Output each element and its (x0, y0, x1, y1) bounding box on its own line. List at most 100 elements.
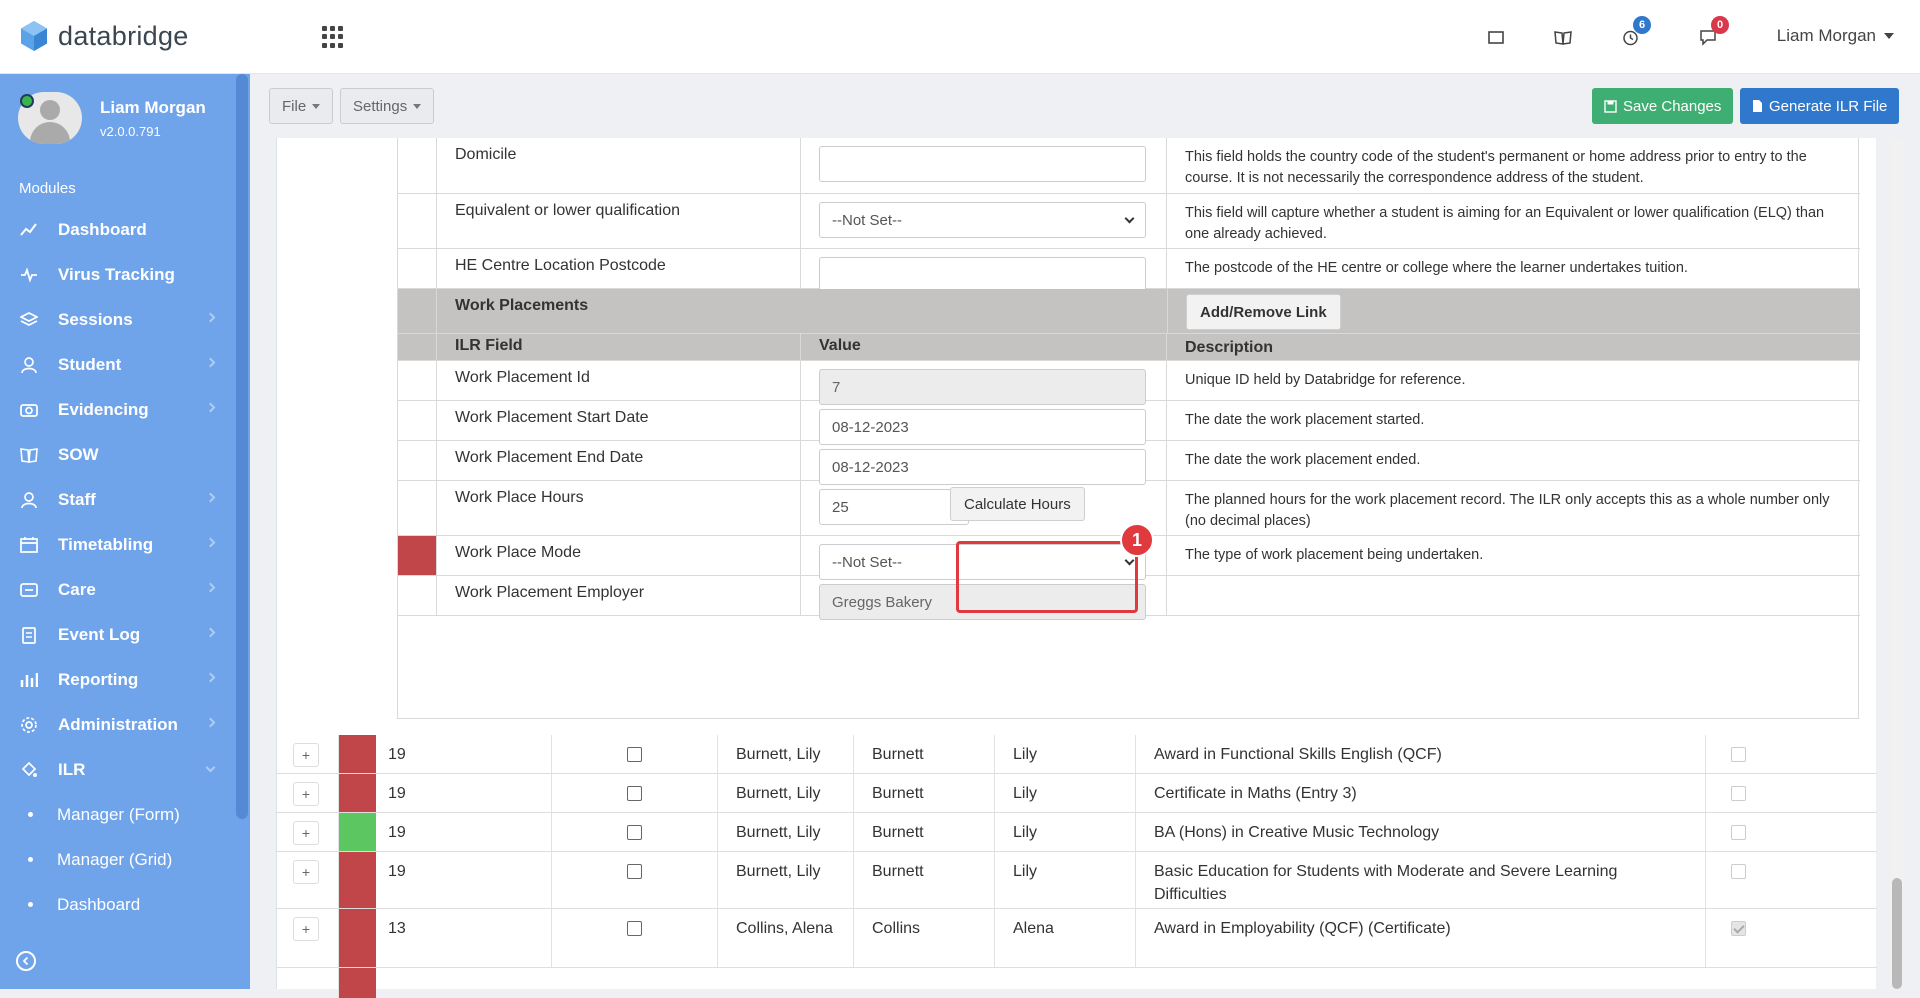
sidebar-item-sow[interactable]: SOW (0, 432, 236, 477)
row-flag-checkbox[interactable] (1731, 864, 1746, 879)
row-status-indicator (398, 536, 437, 575)
value-select[interactable]: --Not Set-- (819, 202, 1146, 238)
table-row[interactable]: +13 Collins, Alena Collins Alena Award in Em… (277, 909, 1877, 968)
field-description: This field will capture whether a studen… (1185, 205, 1825, 242)
sidebar-item-evidencing[interactable]: Evidencing (0, 387, 236, 432)
sidebar-item-student[interactable]: Student (0, 342, 236, 387)
sidebar-item-care[interactable]: Care (0, 567, 236, 612)
collapse-sidebar-icon[interactable] (16, 951, 36, 971)
expand-row-button[interactable]: + (293, 821, 319, 845)
surname-cell: Collins (854, 909, 995, 967)
window-icon[interactable] (1483, 24, 1509, 50)
book-icon[interactable] (1550, 24, 1576, 50)
row-select-checkbox[interactable] (627, 786, 642, 801)
course-cell: Award in Functional Skills English (QCF) (1136, 735, 1706, 773)
timer-icon[interactable]: 6 (1617, 16, 1651, 50)
row-status-indicator (339, 852, 376, 908)
ilr-field-label: Work Placement End Date (437, 441, 801, 480)
settings-menu-button[interactable]: Settings (340, 88, 435, 124)
row-select-checkbox[interactable] (627, 747, 642, 762)
calculate-hours-button[interactable]: Calculate Hours (950, 487, 1085, 521)
row-status-indicator (398, 401, 437, 440)
sidebar-item-label: Evidencing (58, 399, 149, 419)
sidebar-item-ilr[interactable]: ILR (0, 747, 236, 792)
form-row: Domicile This field holds the country cod… (398, 138, 1860, 194)
row-flag-checkbox[interactable] (1731, 747, 1746, 762)
expand-row-button[interactable]: + (293, 743, 319, 767)
table-row[interactable]: +19 Burnett, Lily Burnett Lily Certificate i… (277, 774, 1877, 813)
row-flag-checkbox[interactable] (1731, 825, 1746, 840)
value-input[interactable]: 08-12-2023 (819, 409, 1146, 445)
age-cell: 19 (376, 735, 552, 773)
row-flag-checkbox[interactable] (1731, 921, 1746, 936)
sidebar-item-staff[interactable]: Staff (0, 477, 236, 522)
main-area: File Settings Save Changes Generate ILR … (250, 74, 1920, 998)
form-row: HE Centre Location Postcode The postcode … (398, 249, 1860, 293)
ilr-field-label: HE Centre Location Postcode (437, 249, 801, 288)
forename-cell: Lily (995, 852, 1136, 908)
generate-ilr-button[interactable]: Generate ILR File (1740, 88, 1900, 124)
file-menu-button[interactable]: File (269, 88, 334, 124)
value-input[interactable] (819, 146, 1146, 182)
user-menu[interactable]: Liam Morgan (1777, 26, 1894, 46)
row-select-checkbox[interactable] (627, 864, 642, 879)
sidebar-scrollbar[interactable] (236, 74, 248, 819)
modules-heading: Modules (19, 180, 76, 197)
chevron-icon (205, 492, 216, 503)
sidebar-profile: Liam Morgan v2.0.0.791 (18, 92, 206, 144)
ilr-field-label: Work Place Hours (437, 481, 801, 535)
chat-icon[interactable]: 0 (1695, 16, 1729, 50)
readonly-value: 7 (819, 369, 1146, 405)
clipboard-icon (20, 626, 38, 644)
add-remove-link-label: Add/Remove Link (1200, 303, 1327, 321)
row-select-checkbox[interactable] (627, 825, 642, 840)
table-row[interactable]: +19 Burnett, Lily Burnett Lily Award in Func… (277, 735, 1877, 774)
age-cell: 19 (376, 813, 552, 851)
sidebar-item-administration[interactable]: Administration (0, 702, 236, 747)
expand-row-button[interactable]: + (293, 860, 319, 884)
sidebar-item-label: Virus Tracking (58, 264, 175, 284)
row-status-indicator (339, 735, 376, 773)
sidebar: Liam Morgan v2.0.0.791 Modules Dashboard… (0, 74, 250, 989)
sidebar-subitem-label: Manager (Form) (57, 804, 180, 824)
chevron-icon (205, 627, 216, 638)
row-status-indicator (339, 774, 376, 812)
surname-cell: Burnett (854, 813, 995, 851)
full-name-cell: Burnett, Lily (718, 774, 854, 812)
sidebar-item-sessions[interactable]: Sessions (0, 297, 236, 342)
user-menu-name: Liam Morgan (1776, 26, 1876, 45)
sidebar-subitem-manager-grid[interactable]: Manager (Grid) (0, 837, 236, 882)
apps-grid-icon[interactable] (322, 26, 344, 48)
table-row[interactable]: +19 Burnett, Lily Burnett Lily BA (Hons) in … (277, 813, 1877, 852)
table-row[interactable]: +19 Burnett, Lily Burnett Lily Basic Educati… (277, 852, 1877, 909)
camera-icon (20, 401, 38, 419)
row-select-checkbox[interactable] (627, 921, 642, 936)
value-input[interactable]: 25 (819, 489, 969, 525)
course-cell: BA (Hons) in Creative Music Technology (1136, 813, 1706, 851)
page-scrollbar-thumb[interactable] (1892, 878, 1902, 989)
sidebar-subitem-dashboard[interactable]: Dashboard (0, 882, 236, 927)
surname-cell: Burnett (854, 852, 995, 908)
ilr-field-label: Work Placement Id (437, 361, 801, 400)
sidebar-item-reporting[interactable]: Reporting (0, 657, 236, 702)
surname-cell: Burnett (854, 774, 995, 812)
value-input[interactable]: 08-12-2023 (819, 449, 1146, 485)
sidebar-item-timetabling[interactable]: Timetabling (0, 522, 236, 567)
page-scrollbar[interactable] (1890, 138, 1904, 989)
sidebar-subitem-manager-form[interactable]: Manager (Form) (0, 792, 236, 837)
logo[interactable]: databridge (20, 20, 189, 52)
value-input[interactable] (819, 257, 1146, 293)
bullet-icon (28, 812, 33, 817)
content-panel: Domicile This field holds the country cod… (276, 138, 1904, 998)
add-remove-link-button[interactable]: Add/Remove Link (1186, 294, 1341, 330)
expand-row-button[interactable]: + (293, 782, 319, 806)
sidebar-item-event-log[interactable]: Event Log (0, 612, 236, 657)
sidebar-subitem-label: Manager (Grid) (57, 849, 173, 869)
course-cell: Certificate in Maths (Entry 3) (1136, 774, 1706, 812)
expand-row-button[interactable]: + (293, 917, 319, 941)
save-changes-button[interactable]: Save Changes (1592, 88, 1734, 124)
row-flag-checkbox[interactable] (1731, 786, 1746, 801)
sidebar-item-virus-tracking[interactable]: Virus Tracking (0, 252, 236, 297)
sidebar-item-dashboard[interactable]: Dashboard (0, 207, 236, 252)
caret-down-icon (1884, 33, 1894, 39)
